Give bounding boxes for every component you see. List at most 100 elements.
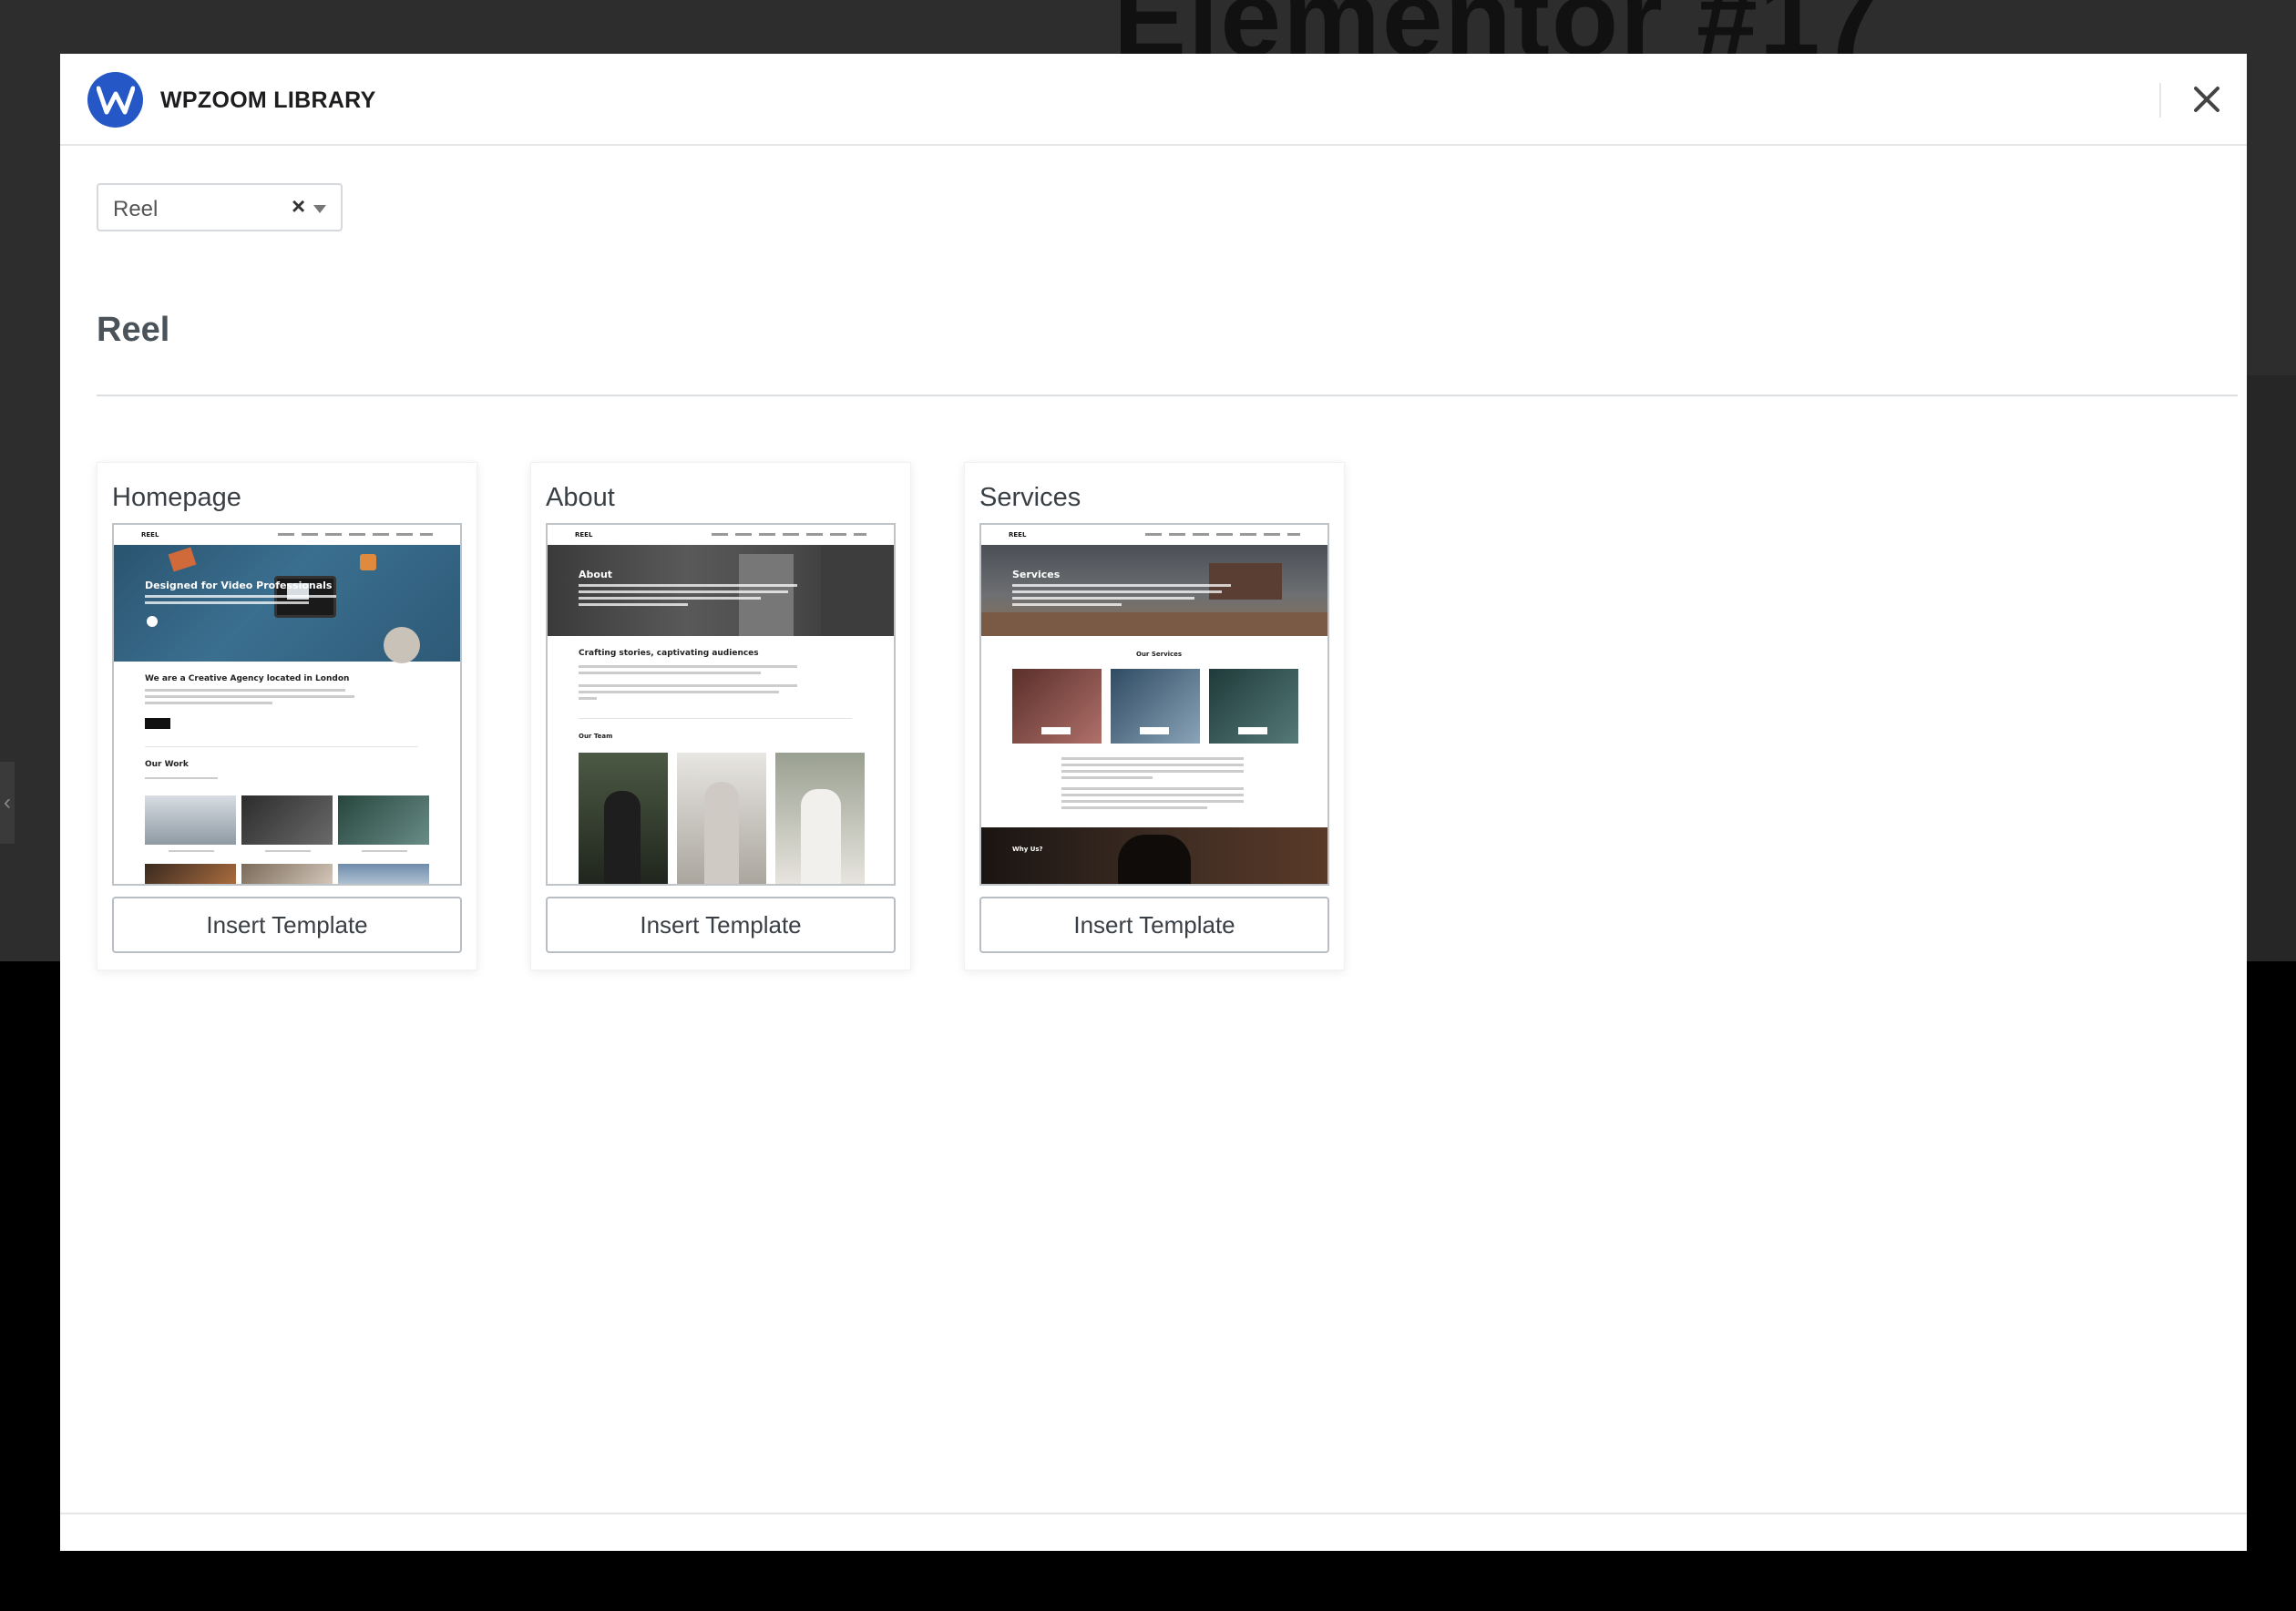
section-title: Reel	[97, 311, 170, 349]
preview-button	[1041, 727, 1071, 734]
preview-building	[821, 545, 894, 636]
preview-text-line	[579, 691, 779, 693]
insert-template-button[interactable]: Insert Template	[546, 897, 896, 953]
preview-text-line	[579, 684, 797, 687]
preview-caption	[362, 850, 407, 852]
preview-text-line	[579, 584, 797, 587]
preview-logo: REEL	[575, 531, 593, 539]
preview-text-line	[1012, 603, 1122, 606]
preview-ground	[981, 612, 1327, 636]
preview-section-heading-2: Why Us?	[1012, 846, 1043, 853]
preview-work-sky	[338, 864, 429, 884]
preview-nav: REEL	[548, 525, 894, 545]
preview-hero: Services	[981, 545, 1327, 636]
template-card-homepage: Homepage REEL Designed for Video Profess…	[97, 462, 477, 970]
preview-divider	[579, 718, 852, 719]
preview-section-heading: Crafting stories, captivating audiences	[579, 649, 759, 658]
preview-person	[1118, 835, 1191, 884]
preview-text-line	[1061, 806, 1207, 809]
preview-section-heading-2: Our Team	[579, 733, 613, 740]
preview-caption	[265, 850, 311, 852]
preview-menu	[712, 533, 866, 536]
preview-decor-block	[168, 547, 197, 572]
template-card-title: About	[546, 483, 615, 512]
wpzoom-logo-icon	[87, 72, 143, 128]
template-card-title: Services	[979, 483, 1081, 512]
preview-text-line	[579, 597, 761, 600]
section-divider	[97, 395, 2238, 396]
preview-text-line	[145, 595, 336, 598]
preview-logo: REEL	[141, 531, 159, 539]
preview-text-line	[579, 672, 761, 674]
preview-text-line	[1061, 787, 1244, 790]
preview-hero-heading: About	[579, 569, 613, 580]
template-card-about: About REEL About Crafting stories, capti…	[530, 462, 911, 970]
preview-text-line	[145, 689, 345, 692]
insert-template-button[interactable]: Insert Template	[112, 897, 462, 953]
preview-menu	[278, 533, 433, 536]
preview-divider	[145, 746, 418, 747]
background-panel	[2247, 375, 2296, 961]
template-library-modal: WPZOOM LIBRARY Reel × Reel Homepage REEL	[60, 54, 2247, 1551]
preview-work-car	[145, 795, 236, 845]
preview-button	[1238, 727, 1267, 734]
preview-hero: Designed for Video Professionals	[114, 545, 460, 663]
insert-template-button[interactable]: Insert Template	[979, 897, 1329, 953]
preview-building	[1209, 563, 1282, 600]
preview-text-line	[579, 697, 597, 700]
preview-section-heading: Our Services	[1136, 651, 1183, 658]
preview-hero-heading: Designed for Video Professionals	[145, 580, 333, 591]
template-preview-image[interactable]: REEL About Crafting stories, captivating…	[546, 523, 896, 886]
close-icon[interactable]	[2188, 81, 2225, 118]
preview-text-line	[1061, 764, 1244, 766]
preview-text-line	[579, 603, 688, 606]
template-card-title: Homepage	[112, 483, 241, 512]
play-icon	[147, 616, 158, 627]
preview-text-line	[1012, 584, 1231, 587]
modal-footer-divider	[60, 1513, 2247, 1514]
collapse-arrow-icon[interactable]: ‹	[0, 762, 15, 844]
preview-caption	[169, 850, 214, 852]
header-divider	[2159, 83, 2161, 118]
preview-text-line	[1061, 770, 1244, 773]
preview-building	[739, 554, 794, 636]
preview-text-line	[1061, 800, 1244, 803]
preview-button	[1140, 727, 1169, 734]
template-preview-image[interactable]: REEL Services Our Services Why Us?	[979, 523, 1329, 886]
filter-clear-icon[interactable]: ×	[292, 194, 305, 218]
preview-menu	[1145, 533, 1300, 536]
modal-header: WPZOOM LIBRARY	[60, 54, 2247, 146]
preview-text-line	[145, 695, 354, 698]
preview-text-line	[1012, 597, 1194, 600]
template-card-services: Services REEL Services Our Services Why …	[964, 462, 1345, 970]
preview-hero-heading: Services	[1012, 569, 1061, 580]
template-preview-image[interactable]: REEL Designed for Video Professionals We…	[112, 523, 462, 886]
modal-title: WPZOOM LIBRARY	[160, 87, 376, 113]
preview-decor-cube	[360, 554, 376, 570]
preview-text-line	[1012, 590, 1222, 593]
preview-nav: REEL	[114, 525, 460, 545]
preview-work-portrait	[145, 864, 236, 884]
preview-person	[801, 789, 841, 884]
preview-text-line	[1061, 776, 1153, 779]
preview-decor-ball	[384, 627, 420, 663]
theme-filter-select[interactable]: Reel ×	[97, 183, 343, 231]
preview-work-photographer	[241, 795, 333, 845]
preview-text-line	[579, 590, 788, 593]
preview-text-line	[145, 601, 309, 604]
preview-person	[704, 782, 739, 884]
filter-selected-value: Reel	[113, 197, 159, 221]
preview-hero: About	[548, 545, 894, 636]
preview-text-line	[145, 777, 218, 779]
preview-section-heading-2: Our Work	[145, 760, 189, 769]
preview-nav: REEL	[981, 525, 1327, 545]
preview-logo: REEL	[1009, 531, 1027, 539]
preview-text-line	[1061, 794, 1244, 796]
preview-button	[145, 718, 170, 729]
preview-work-crowd	[338, 795, 429, 845]
chevron-down-icon[interactable]	[313, 205, 326, 213]
preview-work-desk	[241, 864, 333, 884]
preview-text-line	[1061, 757, 1244, 760]
preview-section-heading: We are a Creative Agency located in Lond…	[145, 674, 350, 683]
preview-text-line	[579, 665, 797, 668]
